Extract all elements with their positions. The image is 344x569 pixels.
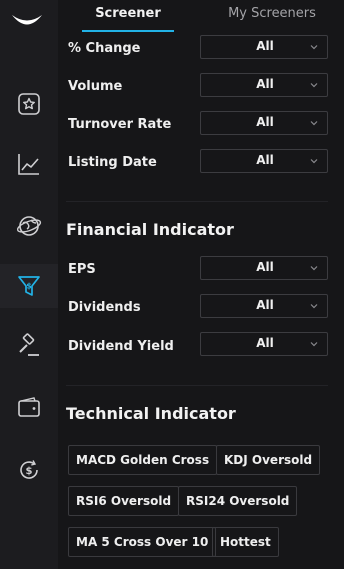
chip-macd-golden-cross[interactable]: MACD Golden Cross: [68, 445, 218, 475]
chip-ma5-cross-over-10[interactable]: MA 5 Cross Over 10: [68, 527, 217, 557]
sidebar: $ $: [0, 0, 59, 569]
section-divider: [66, 201, 328, 202]
technical-indicator-heading: Technical Indicator: [66, 404, 236, 423]
chevron-down-icon: [310, 45, 318, 50]
moomoo-logo-icon[interactable]: [10, 12, 44, 32]
screener-panel: Screener My Screeners % Change All Volum…: [58, 0, 344, 569]
filter-label-listing-date: Listing Date: [68, 155, 157, 170]
filter-label-dividend-yield: Dividend Yield: [68, 339, 174, 354]
tab-screener[interactable]: Screener: [82, 0, 174, 32]
chevron-down-icon: [310, 159, 318, 164]
chevron-down-icon: [310, 121, 318, 126]
gavel-auction-icon: [19, 333, 39, 356]
filter-label-percent-change: % Change: [68, 41, 141, 56]
dividends-dropdown[interactable]: All: [200, 294, 328, 318]
filter-label-turnover-rate: Turnover Rate: [68, 117, 172, 132]
sidebar-item-ipo[interactable]: [0, 324, 58, 368]
filter-label-eps: EPS: [68, 262, 96, 277]
sidebar-item-watchlist[interactable]: [0, 82, 58, 126]
globe-markets-icon: [16, 216, 42, 236]
chevron-down-icon: [310, 266, 318, 271]
chevron-down-icon: [310, 304, 318, 309]
star-watchlist-icon: [18, 93, 40, 115]
chip-rsi24-oversold[interactable]: RSI24 Oversold: [178, 486, 298, 516]
sidebar-item-markets[interactable]: [0, 142, 58, 186]
sidebar-item-exchange[interactable]: $: [0, 448, 58, 492]
dollar-refresh-icon: $: [20, 460, 38, 479]
wallet-icon: [18, 397, 40, 417]
chip-kdj-oversold[interactable]: KDJ Oversold: [216, 445, 321, 475]
sidebar-item-wallet[interactable]: [0, 386, 58, 430]
svg-text:$: $: [26, 282, 32, 291]
line-chart-icon: [18, 154, 39, 175]
chip-hottest[interactable]: Hottest: [212, 527, 279, 557]
listing-date-dropdown[interactable]: All: [200, 149, 328, 173]
tab-bar: Screener My Screeners: [58, 0, 344, 32]
filter-label-dividends: Dividends: [68, 300, 141, 315]
percent-change-dropdown[interactable]: All: [200, 35, 328, 59]
dividend-yield-dropdown[interactable]: All: [200, 332, 328, 356]
filter-label-volume: Volume: [68, 79, 123, 94]
dollar-filter-icon: $: [18, 276, 40, 296]
chip-rsi6-oversold[interactable]: RSI6 Oversold: [68, 486, 180, 516]
active-tab-indicator: [82, 30, 174, 32]
turnover-rate-dropdown[interactable]: All: [200, 111, 328, 135]
volume-dropdown[interactable]: All: [200, 73, 328, 97]
chevron-down-icon: [310, 83, 318, 88]
tab-my-screeners[interactable]: My Screeners: [216, 0, 328, 32]
chevron-down-icon: [310, 342, 318, 347]
sidebar-item-discover[interactable]: [0, 204, 58, 248]
sidebar-item-screener[interactable]: $: [0, 264, 58, 308]
financial-indicator-heading: Financial Indicator: [66, 220, 234, 239]
section-divider: [66, 385, 328, 386]
eps-dropdown[interactable]: All: [200, 256, 328, 280]
svg-text:$: $: [26, 466, 33, 477]
